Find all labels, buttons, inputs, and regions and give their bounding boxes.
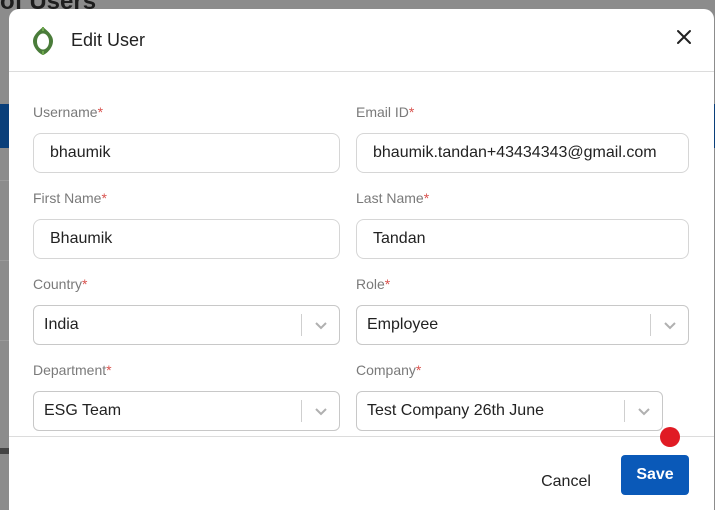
email-field: Email ID* bhaumik.tandan+43434343@gmail.… [356, 104, 689, 173]
company-field: Company* Test Company 26th June [356, 362, 663, 431]
save-button[interactable]: Save [621, 455, 689, 495]
chevron-down-icon[interactable] [302, 305, 339, 345]
chevron-down-icon[interactable] [302, 391, 339, 431]
department-select[interactable]: ESG Team [33, 391, 340, 431]
required-mark: * [97, 104, 104, 120]
required-mark: * [408, 104, 415, 120]
department-field: Department* ESG Team [33, 362, 340, 431]
modal-body: Username* bhaumik Email ID* bhaumik.tand… [9, 73, 714, 436]
username-input[interactable]: bhaumik [33, 133, 340, 173]
required-mark: * [101, 190, 107, 206]
role-label: Role* [356, 276, 391, 292]
role-select-value: Employee [367, 316, 439, 333]
first-name-field: First Name* Bhaumik [33, 190, 340, 259]
country-field: Country* India [33, 276, 340, 345]
country-label: Country* [33, 276, 88, 292]
chevron-down-icon[interactable] [625, 391, 662, 431]
company-select-value: Test Company 26th June [367, 402, 544, 419]
email-label: Email ID* [356, 104, 415, 120]
required-mark: * [82, 276, 88, 292]
cancel-button[interactable]: Cancel [519, 462, 613, 502]
role-field: Role* Employee [356, 276, 689, 345]
leaf-ring-logo-icon [33, 27, 53, 55]
role-select[interactable]: Employee [356, 305, 689, 345]
required-mark: * [384, 276, 391, 292]
first-name-label: First Name* [33, 190, 107, 206]
modal-header: Edit User [9, 9, 714, 72]
company-label: Company* [356, 362, 422, 378]
modal-footer: Cancel Save [9, 436, 714, 510]
first-name-input[interactable]: Bhaumik [33, 219, 340, 259]
edit-user-modal: Edit User Username* bhaumik Email ID* bh… [9, 9, 714, 510]
country-select-value: India [44, 316, 79, 333]
required-mark: * [423, 190, 430, 206]
username-label: Username* [33, 104, 104, 120]
email-input[interactable]: bhaumik.tandan+43434343@gmail.com [356, 133, 689, 173]
country-select[interactable]: India [33, 305, 340, 345]
last-name-field: Last Name* Tandan [356, 190, 689, 259]
required-mark: * [415, 362, 422, 378]
company-select[interactable]: Test Company 26th June [356, 391, 663, 431]
last-name-label: Last Name* [356, 190, 430, 206]
modal-title: Edit User [71, 30, 146, 50]
department-select-value: ESG Team [44, 402, 122, 419]
notification-dot [660, 427, 680, 447]
close-icon[interactable] [672, 25, 696, 49]
last-name-input[interactable]: Tandan [356, 219, 689, 259]
required-mark: * [106, 362, 112, 378]
department-label: Department* [33, 362, 112, 378]
username-field: Username* bhaumik [33, 104, 340, 173]
chevron-down-icon[interactable] [651, 305, 688, 345]
